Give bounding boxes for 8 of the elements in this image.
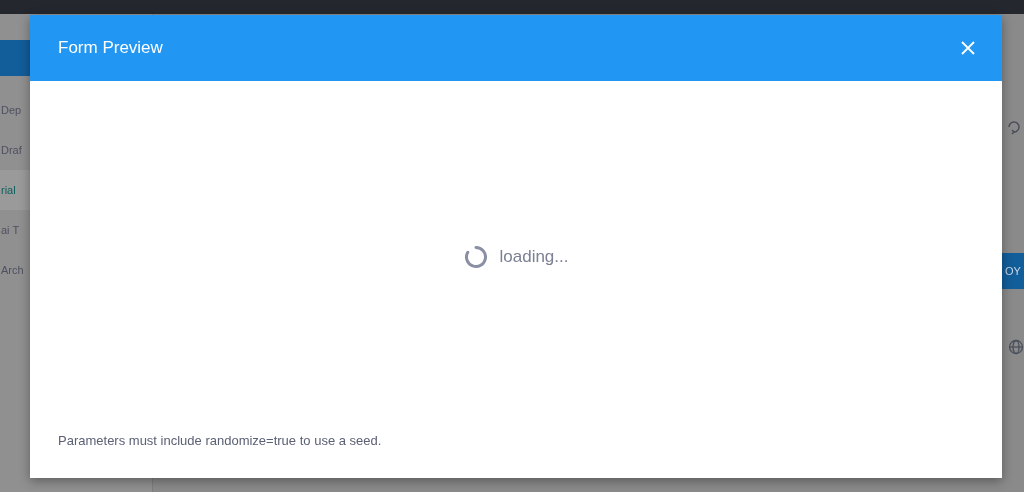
action-button[interactable]: OY bbox=[1002, 253, 1024, 289]
refresh-icon[interactable] bbox=[1006, 119, 1022, 135]
dialog-title: Form Preview bbox=[58, 38, 163, 58]
note-text: Parameters must include randomize=true to use a seed. bbox=[58, 433, 383, 448]
spinner-icon bbox=[463, 245, 488, 269]
close-icon[interactable] bbox=[960, 40, 976, 56]
loading-text: loading... bbox=[499, 247, 569, 267]
globe-icon[interactable] bbox=[1008, 339, 1024, 355]
